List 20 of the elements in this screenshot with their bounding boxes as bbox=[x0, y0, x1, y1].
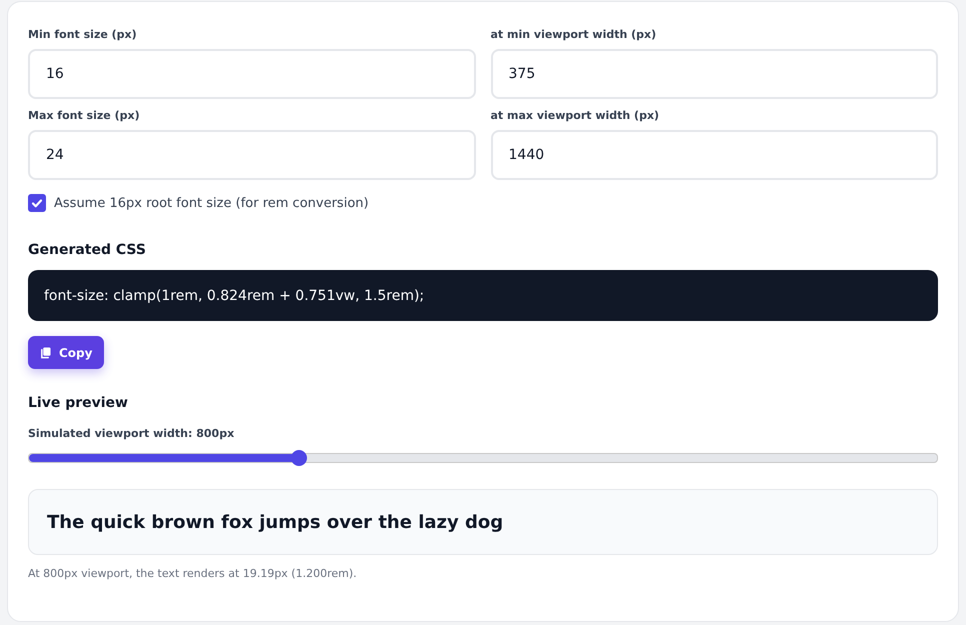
section-heading: Live preview bbox=[28, 395, 129, 411]
field-label: Max font size (px) bbox=[28, 109, 141, 122]
field-label: at min viewport width (px) bbox=[490, 28, 658, 41]
preview-text: The quick brown fox jumps over the lazy dog bbox=[47, 512, 504, 532]
checkbox-label: Assume 16px root font size (for rem conversion) bbox=[54, 196, 369, 210]
section-heading: Generated CSS bbox=[28, 242, 147, 258]
code-block: font-size: clamp(1rem, 0.824rem + 0.751vw, 1.5rem); bbox=[28, 270, 938, 321]
slider-track[interactable] bbox=[28, 453, 938, 463]
slider-label: Simulated viewport width: 800px bbox=[28, 427, 236, 440]
field-label: Min font size (px) bbox=[28, 28, 138, 41]
input-field[interactable]: 375 bbox=[490, 49, 938, 99]
copy-icon bbox=[40, 346, 51, 358]
input-field[interactable]: 1440 bbox=[490, 130, 938, 180]
field-label: at max viewport width (px) bbox=[490, 109, 660, 122]
input-field[interactable]: 24 bbox=[28, 130, 476, 180]
slider-thumb[interactable] bbox=[290, 450, 307, 466]
preview-caption: At 800px viewport, the text renders at 19.19px (1.200rem). bbox=[28, 567, 358, 580]
input-field[interactable]: 16 bbox=[28, 49, 476, 99]
checkbox[interactable] bbox=[28, 194, 46, 212]
copy-button[interactable]: Copy bbox=[28, 336, 104, 369]
